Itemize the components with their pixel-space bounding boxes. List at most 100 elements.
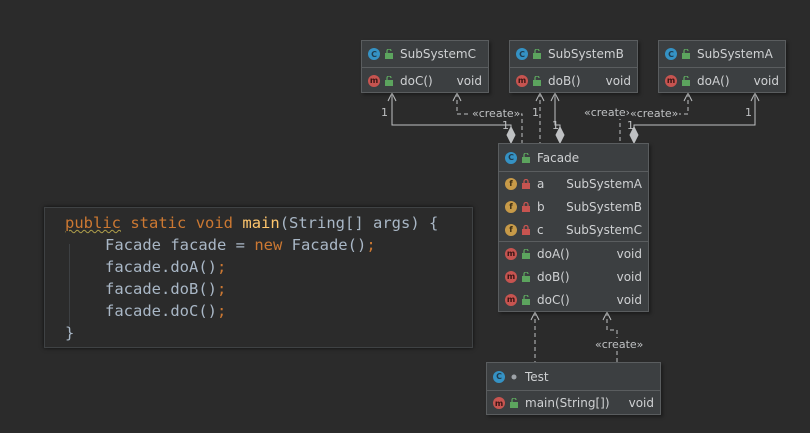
public-visibility-icon [385, 75, 393, 86]
method-icon: m [505, 270, 517, 283]
code-line-2: Facade facade = new Facade(); [105, 234, 376, 256]
method-icon: m [516, 74, 528, 87]
class-name: SubSystemB [548, 47, 624, 61]
method-return-type: void [605, 73, 631, 88]
multiplicity-label: 1 [532, 106, 539, 119]
create-stereotype-label: «create» [471, 107, 522, 120]
semicolon: ; [216, 258, 227, 276]
method-icon: m [665, 74, 677, 87]
code-line-6: } [65, 322, 74, 344]
class-subsystem-c[interactable]: C SubSystemC m doC() void [361, 40, 489, 93]
public-visibility-icon [385, 49, 393, 59]
field-type: SubSystemA [566, 176, 642, 191]
field-icon: f [505, 177, 517, 190]
arrowhead-a [683, 91, 693, 102]
method-return-type: void [456, 73, 482, 88]
field-name: a [537, 176, 545, 191]
keyword-void: void [195, 214, 234, 232]
code-line-1: public static void main(String[] args) { [65, 212, 438, 234]
method-row[interactable]: m doB() void [499, 265, 648, 288]
arrowhead-nav-b [550, 91, 560, 102]
public-visibility-icon [682, 49, 690, 59]
code-snippet: public static void main(String[] args) {… [44, 207, 473, 348]
class-icon: C [493, 370, 505, 383]
class-header: C Facade [499, 144, 648, 172]
call-doB: facade.doB() [105, 280, 217, 298]
public-visibility-icon [522, 248, 530, 259]
method-name: doC() [400, 73, 433, 88]
create-stereotype-label: «create» [583, 106, 634, 119]
field-row[interactable]: f a SubSystemA [499, 172, 648, 195]
field-icon: f [505, 200, 517, 213]
class-test[interactable]: C Test m main(String[]) void [486, 362, 661, 415]
public-visibility-icon [522, 294, 530, 305]
class-facade[interactable]: C Facade f a SubSystemA f b SubSystemB f… [498, 143, 649, 312]
method-row[interactable]: m main(String[]) void [487, 391, 660, 415]
class-header: C Test [487, 363, 660, 391]
semicolon: ; [366, 236, 376, 254]
composition-line-b [554, 93, 561, 143]
arrowhead-test-1 [530, 310, 540, 321]
class-name: SubSystemA [697, 47, 773, 61]
package-visibility-icon [511, 374, 517, 379]
semicolon: ; [216, 280, 227, 298]
keyword-static: static [130, 214, 187, 232]
class-header: C SubSystemB [510, 41, 637, 68]
create-stereotype-label: «create» [629, 107, 680, 120]
create-line-test-main [606, 312, 618, 362]
class-icon: C [368, 48, 380, 60]
method-row[interactable]: m doC() void [499, 288, 648, 311]
semicolon: ; [216, 302, 227, 320]
code-line-3: facade.doA(); [105, 256, 226, 278]
field-icon: f [505, 223, 517, 236]
method-row[interactable]: m doA() void [499, 241, 648, 265]
class-header: C SubSystemA [659, 41, 785, 68]
code-line-5: facade.doC(); [105, 300, 226, 322]
multiplicity-label: 1 [502, 119, 509, 132]
create-stereotype-label: «create» [594, 338, 645, 351]
public-visibility-icon [522, 271, 530, 282]
arrowhead-nav-c [387, 91, 397, 102]
method-name: doB() [548, 73, 581, 88]
multiplicity-label: 1 [381, 106, 388, 119]
private-lock-icon [522, 178, 530, 189]
class-icon: C [665, 48, 677, 60]
method-icon: m [368, 74, 380, 87]
public-visibility-icon [682, 75, 690, 86]
static-method-icon: m [493, 397, 505, 409]
method-icon: m [505, 247, 517, 260]
facade-declaration: Facade facade = [105, 236, 255, 254]
method-name: doA() [697, 73, 730, 88]
keyword-new: new [254, 236, 283, 254]
class-subsystem-a[interactable]: C SubSystemA m doA() void [658, 40, 786, 93]
class-name: Test [525, 369, 549, 384]
keyword-public: public [65, 214, 121, 232]
call-doC: facade.doC() [105, 302, 217, 320]
method-row[interactable]: m doC() void [362, 68, 488, 93]
class-icon: C [516, 48, 528, 60]
method-row[interactable]: m doB() void [510, 68, 637, 93]
class-name: Facade [537, 150, 580, 165]
method-row[interactable]: m doA() void [659, 68, 785, 93]
facade-constructor: Facade() [282, 236, 367, 254]
class-icon: C [505, 151, 517, 164]
field-row[interactable]: f b SubSystemB [499, 195, 648, 218]
class-name: SubSystemC [400, 47, 476, 61]
multiplicity-label: 1 [745, 106, 752, 119]
code-line-4: facade.doB(); [105, 278, 226, 300]
public-visibility-icon [510, 398, 518, 408]
method-return-type: void [616, 269, 642, 284]
method-main: main [242, 214, 280, 232]
field-row[interactable]: f c SubSystemC [499, 218, 648, 241]
private-lock-icon [522, 201, 530, 212]
closing-brace: } [65, 324, 75, 342]
multiplicity-label: 1 [627, 119, 634, 132]
class-subsystem-b[interactable]: C SubSystemB m doB() void [509, 40, 638, 93]
public-visibility-icon [533, 49, 541, 59]
method-return-type: void [616, 292, 642, 307]
method-return-type: void [616, 246, 642, 261]
method-name: main(String[]) [525, 396, 610, 410]
multiplicity-label: 1 [552, 119, 559, 132]
method-icon: m [505, 293, 517, 306]
field-name: b [537, 199, 545, 214]
